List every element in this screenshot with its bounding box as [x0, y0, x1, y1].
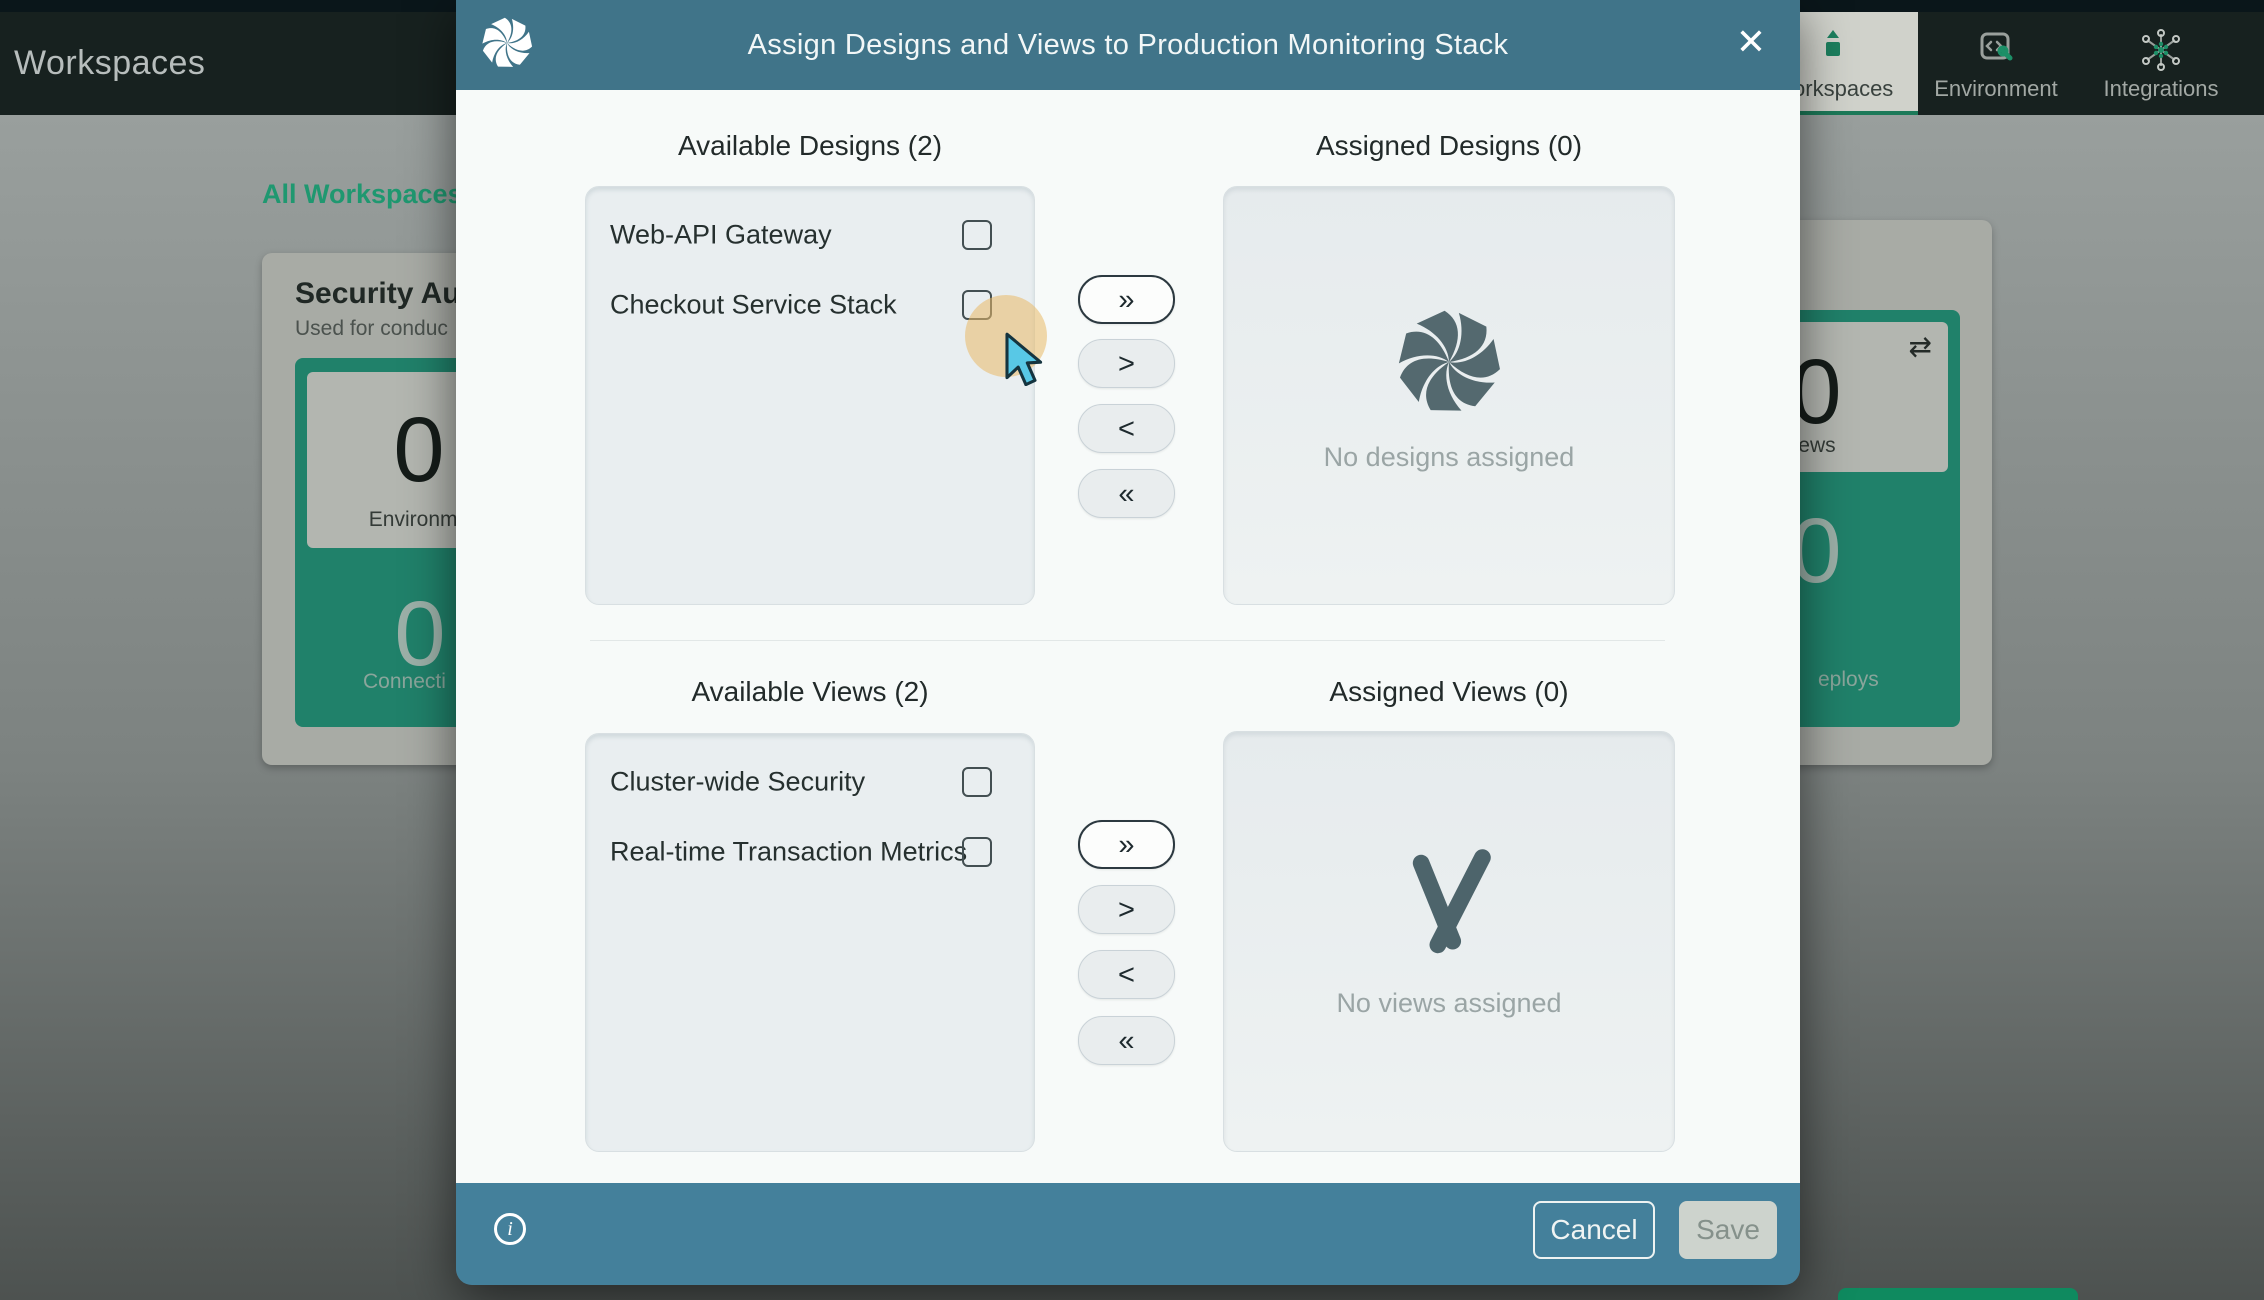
page-title: Workspaces [14, 44, 205, 83]
assigned-views-header: Assigned Views (0) [1223, 676, 1675, 708]
tab-label: Environment [1910, 76, 2082, 102]
background-green-button [1838, 1288, 2078, 1300]
assign-designs-views-dialog: Assign Designs and Views to Production M… [456, 0, 1800, 1285]
breadcrumb-all-workspaces-link[interactable]: All Workspaces [262, 179, 463, 209]
tab-environment[interactable]: Environment [1910, 12, 2082, 115]
assigned-designs-header: Assigned Designs (0) [1223, 130, 1675, 162]
design-list-item[interactable]: Web-API Gateway [586, 203, 1034, 267]
dialog-footer: i Cancel Save [456, 1183, 1800, 1285]
move-views-right-button[interactable]: > [1078, 885, 1175, 934]
integrations-icon [2139, 28, 2183, 72]
dialog-body: Available Designs (2) Assigned Designs (… [456, 90, 1800, 1183]
view-item-checkbox[interactable] [962, 837, 992, 867]
move-designs-right-button[interactable]: > [1078, 339, 1175, 388]
available-designs-list: Web-API Gateway Checkout Service Stack [585, 186, 1035, 605]
move-all-views-left-button[interactable]: « [1078, 1016, 1175, 1065]
stat-label: eploys [1818, 668, 1879, 692]
available-views-list: Cluster-wide Security Real-time Transact… [585, 733, 1035, 1152]
dialog-title: Assign Designs and Views to Production M… [456, 29, 1800, 62]
section-divider [590, 640, 1665, 641]
tab-integrations[interactable]: Integrations [2082, 12, 2240, 115]
available-views-header: Available Views (2) [585, 676, 1035, 708]
move-all-designs-left-button[interactable]: « [1078, 469, 1175, 518]
tab-label: Integrations [2082, 76, 2240, 102]
design-item-checkbox[interactable] [962, 220, 992, 250]
stat-label: Connecti [363, 670, 446, 694]
cancel-button[interactable]: Cancel [1533, 1201, 1655, 1259]
assigned-views-panel: No views assigned [1223, 731, 1675, 1152]
save-button[interactable]: Save [1679, 1201, 1777, 1259]
view-list-item[interactable]: Cluster-wide Security [586, 750, 1034, 814]
view-item-label: Cluster-wide Security [610, 767, 865, 798]
move-views-left-button[interactable]: < [1078, 950, 1175, 999]
design-item-label: Web-API Gateway [610, 220, 832, 251]
card-subtitle: Used for conduc [295, 317, 448, 341]
close-icon[interactable]: ✕ [1729, 20, 1773, 64]
move-designs-left-button[interactable]: < [1078, 404, 1175, 453]
meshery-design-logo-icon [1390, 303, 1508, 421]
swap-icon: ⇄ [1909, 330, 1932, 363]
move-all-designs-right-button[interactable]: » [1078, 275, 1175, 324]
design-item-label: Checkout Service Stack [610, 290, 897, 321]
environment-icon [1976, 28, 2016, 68]
screen: Workspaces Workspaces Environment [0, 0, 2264, 1300]
dialog-header: Assign Designs and Views to Production M… [456, 0, 1800, 90]
no-designs-assigned-text: No designs assigned [1224, 442, 1674, 473]
no-views-assigned-text: No views assigned [1224, 988, 1674, 1019]
move-all-views-right-button[interactable]: » [1078, 820, 1175, 869]
assigned-designs-panel: No designs assigned [1223, 186, 1675, 605]
view-list-item[interactable]: Real-time Transaction Metrics [586, 820, 1034, 884]
view-item-label: Real-time Transaction Metrics [610, 837, 967, 868]
mouse-cursor [1002, 330, 1054, 386]
view-item-checkbox[interactable] [962, 767, 992, 797]
views-logo-icon [1384, 844, 1514, 964]
info-icon[interactable]: i [494, 1213, 526, 1245]
card-title: Security Aud [295, 277, 479, 311]
available-designs-header: Available Designs (2) [585, 130, 1035, 162]
workspaces-icon [1825, 30, 1841, 60]
